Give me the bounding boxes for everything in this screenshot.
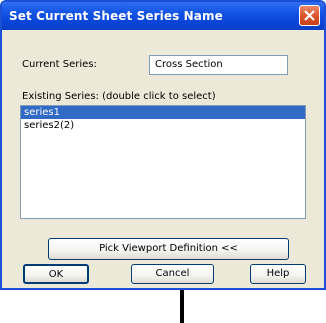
close-button[interactable] (299, 5, 320, 26)
existing-series-list[interactable]: series1 series2(2) (20, 105, 306, 219)
list-item-series1[interactable]: series1 (21, 106, 305, 119)
window-title: Set Current Sheet Series Name (9, 9, 223, 23)
title-bar[interactable]: Set Current Sheet Series Name (2, 2, 324, 30)
dialog-window: Set Current Sheet Series Name Current Se… (0, 0, 326, 290)
pick-viewport-button[interactable]: Pick Viewport Definition << (48, 238, 289, 260)
background-line (180, 290, 184, 323)
current-series-input[interactable]: Cross Section (149, 55, 288, 75)
current-series-label: Current Series: (22, 59, 97, 70)
help-button[interactable]: Help (250, 264, 306, 284)
close-icon (304, 10, 315, 21)
list-item-series2[interactable]: series2(2) (21, 119, 305, 132)
existing-series-label: Existing Series: (double click to select… (22, 91, 216, 102)
ok-button[interactable]: OK (23, 264, 89, 284)
cancel-button[interactable]: Cancel (131, 264, 214, 284)
